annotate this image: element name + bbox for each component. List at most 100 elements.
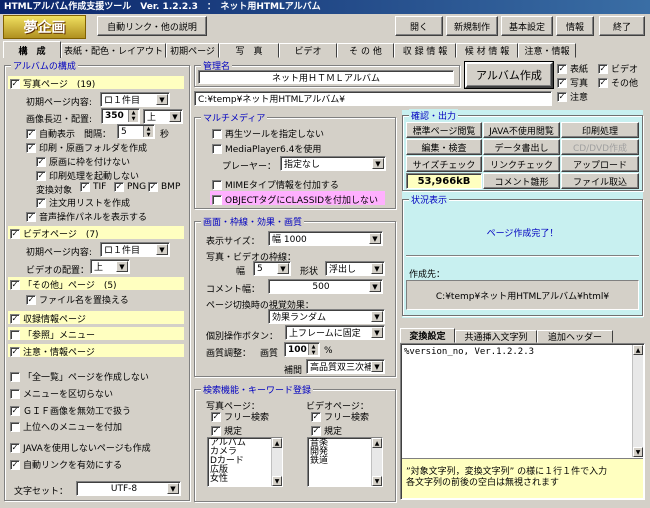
upload-button[interactable]: アップロード bbox=[561, 156, 639, 172]
autoplay-checkbox[interactable]: ✓ 自動表示 間隔： bbox=[26, 127, 111, 140]
no-list-page-checkbox[interactable]: 「全一覧」ページを作成しない bbox=[10, 370, 149, 383]
tab-video[interactable]: ビデオ bbox=[279, 43, 337, 58]
tab-cover-layout[interactable]: 表紙・配色・レイアウト bbox=[61, 43, 166, 58]
video-free-search-checkbox[interactable]: ✓ フリー検索 bbox=[311, 410, 369, 423]
file-import-button[interactable]: ファイル取込 bbox=[561, 173, 639, 189]
initial-content-select[interactable]: ロ１件目 ▼ bbox=[100, 92, 170, 107]
image-align-select[interactable]: 上 ▼ bbox=[143, 109, 183, 124]
cd-dvd-button[interactable]: CD/DVD作成 bbox=[561, 139, 639, 155]
data-export-button[interactable]: データ書出し bbox=[483, 139, 560, 155]
no-menu-divide-checkbox[interactable]: メニューを区切らない bbox=[10, 387, 113, 400]
replace-filename-checkbox[interactable]: ✓ ファイル名を置換える bbox=[26, 293, 129, 306]
java-free-checkbox[interactable]: ✓ JAVAを使用しないページも作成 bbox=[10, 441, 151, 454]
interp-select[interactable]: 高品質双三次補間 ▼ bbox=[306, 359, 385, 374]
create-album-button[interactable]: アルバム作成 bbox=[464, 61, 554, 89]
info-button[interactable]: 情報 bbox=[556, 16, 594, 36]
vertical-scrollbar[interactable]: ▲ ▼ bbox=[371, 438, 382, 486]
video-initial-select[interactable]: ロ１件目 ▼ bbox=[100, 242, 170, 257]
object-classid-checkbox[interactable]: OBJECTタグにCLASSIDを付加しない bbox=[212, 193, 378, 206]
audio-panel-checkbox[interactable]: ✓ 音声操作パネルを表示する bbox=[26, 210, 147, 223]
open-button[interactable]: 開く bbox=[395, 16, 443, 36]
opt-other-checkbox[interactable]: ✓ その他 bbox=[598, 76, 638, 89]
scroll-up-icon[interactable]: ▲ bbox=[372, 438, 382, 448]
image-length-label: 画像長辺・配置: bbox=[26, 115, 93, 125]
image-length-input[interactable]: 350 ▲ ▼ bbox=[101, 108, 140, 124]
photo-keyword-list[interactable]: アルバム カメラ Dカード 広版 女性 ▲ ▼ bbox=[207, 437, 283, 487]
shape-select[interactable]: 浮出し ▼ bbox=[325, 261, 385, 276]
vertical-scrollbar[interactable]: ▲ ▼ bbox=[271, 438, 282, 486]
list-item[interactable]: 女性 bbox=[210, 475, 270, 484]
tab-insert-string[interactable]: 共通挿入文字列 bbox=[455, 330, 537, 343]
tab-material[interactable]: 候 材 情 報 bbox=[456, 43, 518, 58]
mediaplayer-checkbox[interactable]: MediaPlayer6.4を使用 bbox=[212, 142, 321, 155]
edit-inspect-button[interactable]: 編集・検査 bbox=[406, 139, 482, 155]
scroll-down-icon[interactable]: ▼ bbox=[372, 476, 382, 486]
link-check-button[interactable]: リンクチェック bbox=[483, 156, 560, 172]
charset-select[interactable]: UTF-8 ▼ bbox=[76, 481, 181, 496]
size-check-button[interactable]: サイズチェック bbox=[406, 156, 482, 172]
scroll-down-icon[interactable]: ▼ bbox=[272, 476, 282, 486]
opt-cover-checkbox[interactable]: ✓ 表紙 bbox=[557, 62, 588, 75]
comment-template-button[interactable]: コメント雛形 bbox=[483, 173, 560, 189]
exit-button[interactable]: 終了 bbox=[599, 16, 645, 36]
video-align-select[interactable]: 上 ▼ bbox=[90, 259, 130, 274]
png-checkbox[interactable]: ✓ PNG bbox=[114, 182, 146, 192]
bmp-checkbox[interactable]: ✓ BMP bbox=[148, 182, 180, 192]
upper-menu-checkbox[interactable]: 上位へのメニューを付加 bbox=[10, 420, 122, 433]
vertical-scrollbar[interactable]: ▲ ▼ bbox=[632, 345, 643, 457]
other-page-checkbox[interactable]: ✓ 「その他」ページ (5) bbox=[10, 278, 117, 291]
scroll-up-icon[interactable]: ▲ bbox=[272, 438, 282, 448]
tab-notice[interactable]: 注意・情報 bbox=[518, 43, 576, 58]
video-page-checkbox[interactable]: ✓ ビデオページ (7) bbox=[10, 227, 99, 240]
width-select[interactable]: 5 ▼ bbox=[253, 261, 291, 276]
print-no-auto-checkbox[interactable]: ✓ 印刷処理を起動しない bbox=[36, 169, 139, 182]
opt-notice-checkbox[interactable]: ✓ 注意 bbox=[557, 90, 588, 103]
button-select[interactable]: 上フレームに固定 ▼ bbox=[285, 325, 385, 340]
tab-collection[interactable]: 収 録 情 報 bbox=[394, 43, 456, 58]
scroll-down-icon[interactable]: ▼ bbox=[633, 447, 643, 457]
photo-page-checkbox[interactable]: ✓ 写真ページ (19) bbox=[10, 77, 95, 90]
opt-video-checkbox[interactable]: ✓ ビデオ bbox=[598, 62, 638, 75]
tab-extra-header[interactable]: 追加ヘッダー bbox=[537, 330, 613, 343]
photo-free-search-checkbox[interactable]: ✓ フリー検索 bbox=[211, 410, 269, 423]
order-list-checkbox[interactable]: ✓ 注文用リストを作成 bbox=[36, 196, 130, 209]
convert-text[interactable]: %version_no, Ver.1.2.2.3 bbox=[404, 347, 534, 357]
convert-editor[interactable]: %version_no, Ver.1.2.2.3 ▲ ▼ ”対象文字列，変換文字列… bbox=[400, 343, 645, 500]
video-rule-checkbox[interactable]: ✓ 規定 bbox=[311, 424, 342, 437]
tab-convert[interactable]: 変換設定 bbox=[400, 328, 455, 343]
auto-link-enable-checkbox[interactable]: ✓ 自動リンクを有効にする bbox=[10, 458, 122, 471]
opt-video-label: ビデオ bbox=[611, 65, 639, 75]
reference-menu-checkbox[interactable]: 「参照」メニュー bbox=[10, 328, 95, 341]
opt-photo-checkbox[interactable]: ✓ 写真 bbox=[557, 76, 588, 89]
video-keyword-list[interactable]: 音楽 開発 鉄道 ▲ ▼ bbox=[307, 437, 383, 487]
display-size-select[interactable]: 幅 1000 ▼ bbox=[268, 231, 383, 246]
print-button[interactable]: 印刷処理 bbox=[561, 122, 639, 138]
tab-structure[interactable]: 構 成 bbox=[3, 41, 61, 58]
list-item[interactable]: 鉄道 bbox=[310, 457, 370, 466]
management-path-field: C:¥temp¥ネット用HTMLアルバム¥ bbox=[194, 91, 552, 106]
autoplay-interval-input[interactable]: 5 ▲ ▼ bbox=[117, 124, 155, 139]
tif-checkbox[interactable]: ✓ TIF bbox=[80, 182, 106, 192]
new-button[interactable]: 新規制作 bbox=[446, 16, 498, 36]
print-folder-checkbox[interactable]: ✓ 印刷・原画フォルダを作成 bbox=[26, 141, 147, 154]
mime-info-checkbox[interactable]: MIMEタイプ情報を付加する bbox=[212, 178, 339, 191]
transition-select[interactable]: 効果ランダム ▼ bbox=[268, 309, 385, 324]
photo-rule-checkbox[interactable]: ✓ 規定 bbox=[211, 424, 242, 437]
no-frame-checkbox[interactable]: ✓ 原画に枠を付けない bbox=[36, 155, 130, 168]
gif-disabled-checkbox[interactable]: ✓ ＧＩＦ画像を無効工で扱う bbox=[10, 404, 131, 417]
tab-initial-page[interactable]: 初期ページ bbox=[166, 43, 219, 58]
java-free-view-button[interactable]: JAVA不使用閲覧 bbox=[483, 122, 560, 138]
notice-page-checkbox[interactable]: ✓ 注意・情報ページ bbox=[10, 345, 95, 358]
tab-photo[interactable]: 写 真 bbox=[219, 43, 279, 58]
comment-width-select[interactable]: 500 ▼ bbox=[268, 279, 383, 294]
collection-page-checkbox[interactable]: ✓ 収録情報ページ bbox=[10, 312, 86, 325]
management-name-input[interactable]: ネット用ＨＴＭＬアルバム bbox=[198, 70, 454, 84]
auto-link-button[interactable]: 自動リンク・他の説明 bbox=[97, 16, 207, 36]
replay-tool-checkbox[interactable]: 再生ツールを指定しない bbox=[212, 127, 324, 140]
scroll-up-icon[interactable]: ▲ bbox=[633, 345, 643, 355]
settings-button[interactable]: 基本設定 bbox=[501, 16, 553, 36]
quality-input[interactable]: 100 ▲ ▼ bbox=[284, 342, 320, 357]
player-select[interactable]: 指定なし ▼ bbox=[280, 156, 386, 171]
tab-other[interactable]: そ の 他 bbox=[337, 43, 394, 58]
standard-view-button[interactable]: 標準ページ閲覧 bbox=[406, 122, 482, 138]
